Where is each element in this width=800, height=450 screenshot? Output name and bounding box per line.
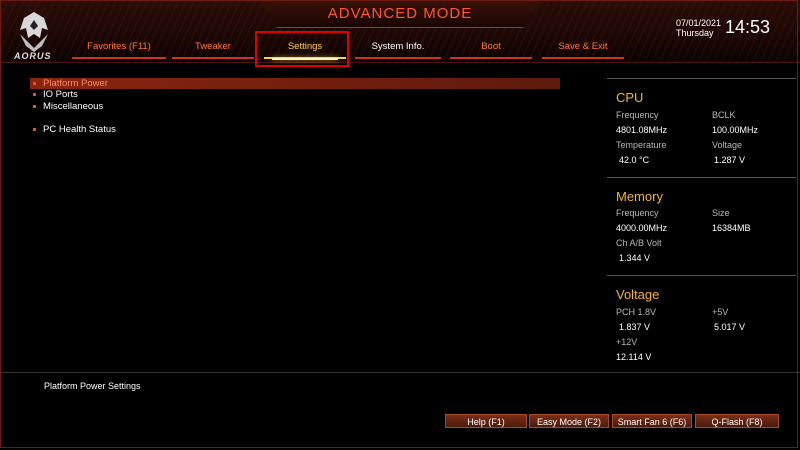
window-frame bbox=[0, 0, 798, 448]
